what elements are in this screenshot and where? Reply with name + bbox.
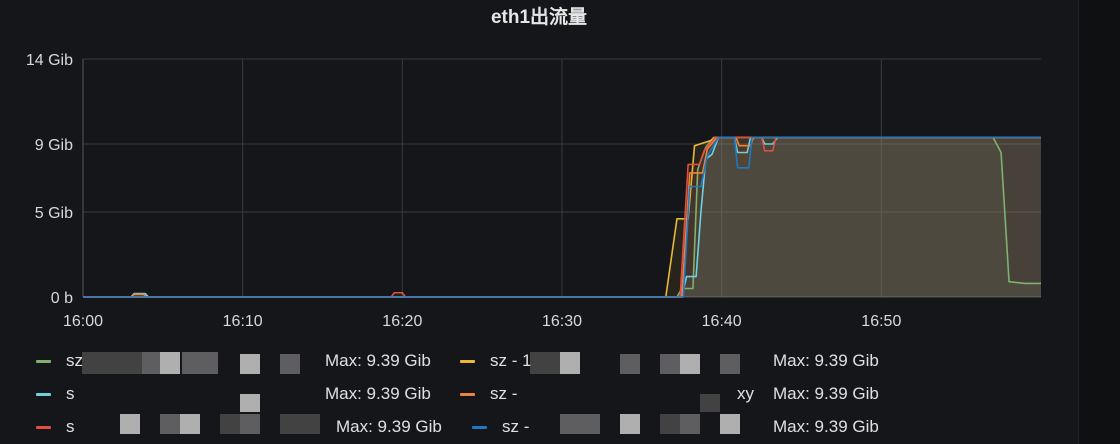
legend-swatch	[460, 360, 475, 363]
legend-item-series-3[interactable]: s Max: 9.39 Gib	[36, 381, 456, 407]
legend-max-value: Max: 9.39 Gib	[325, 351, 431, 370]
legend-swatch	[36, 426, 51, 429]
legend-max-value: Max: 9.39 Gib	[773, 384, 879, 403]
legend-swatch	[36, 393, 51, 396]
panel-scroll-edge	[1078, 0, 1120, 444]
x-tick-label: 16:40	[702, 313, 742, 330]
y-tick-label: 0 b	[51, 290, 73, 307]
y-tick-label: 9 Gib	[35, 137, 73, 154]
legend-item-series-2[interactable]: sz - 1 Max: 9.39 Gib	[460, 348, 900, 374]
x-tick-label: 16:10	[223, 313, 263, 330]
y-tick-label: 5 Gib	[35, 205, 73, 222]
legend-item-series-4[interactable]: sz - xy Max: 9.39 Gib	[460, 381, 900, 407]
legend-series-name: sz	[66, 351, 83, 370]
legend-series-name: s	[66, 417, 75, 436]
legend-max-value: Max: 9.39 Gib	[773, 351, 879, 370]
x-tick-label: 16:00	[63, 313, 103, 330]
legend-swatch	[460, 393, 475, 396]
legend-max-value: Max: 9.39 Gib	[336, 417, 442, 436]
legend-series-name: s	[66, 384, 75, 403]
x-tick-label: 16:50	[861, 313, 901, 330]
legend-series-name: sz -	[502, 417, 530, 436]
legend-series-name: sz - 1	[490, 351, 532, 370]
legend-max-value: Max: 9.39 Gib	[773, 417, 879, 436]
y-tick-label: 14 Gib	[26, 52, 73, 69]
x-tick-label: 16:20	[382, 313, 422, 330]
legend-item-series-1[interactable]: sz Max: 9.39 Gib	[36, 348, 456, 374]
legend-item-series-5[interactable]: s Max: 9.39 Gib	[36, 414, 466, 440]
legend-item-series-6[interactable]: sz - Max: 9.39 Gib	[472, 414, 902, 440]
legend-max-value: Max: 9.39 Gib	[325, 384, 431, 403]
x-tick-label: 16:30	[542, 313, 582, 330]
legend-swatch	[36, 360, 51, 363]
legend-series-name: sz -	[490, 384, 518, 403]
legend-series-suffix: xy	[737, 384, 754, 403]
traffic-chart[interactable]: 0 b 5 Gib 9 Gib 14 Gib 16:00 16:10 16:20 16:30 1…	[0, 0, 1078, 340]
legend-swatch	[472, 426, 487, 429]
